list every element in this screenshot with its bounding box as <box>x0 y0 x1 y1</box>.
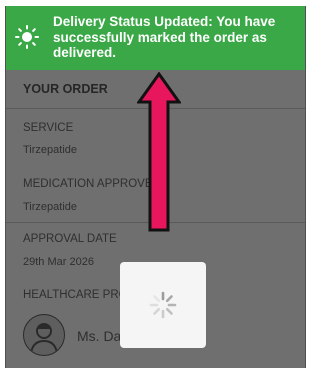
red-arrow-annotation <box>137 72 181 232</box>
healthcare-provider-label: HEALTHCARE PRO <box>23 289 128 301</box>
medication-label: MEDICATION APPROVE <box>23 178 153 190</box>
provider-avatar[interactable] <box>23 314 65 356</box>
person-icon <box>30 323 58 354</box>
sun-icon <box>15 25 39 49</box>
service-label: SERVICE <box>23 122 74 134</box>
delivery-status-toast[interactable]: Delivery Status Updated: You have succes… <box>6 6 305 70</box>
provider-name[interactable]: Ms. Da <box>77 328 121 344</box>
app-screen: Delivery Status Updated: You have succes… <box>5 6 306 368</box>
toast-message: Delivery Status Updated: You have succes… <box>53 14 276 60</box>
approval-date-value: 29th Mar 2026 <box>23 256 94 268</box>
loading-dialog <box>120 262 206 348</box>
loading-spinner-icon <box>149 291 177 319</box>
approval-date-label: APPROVAL DATE <box>23 233 117 245</box>
service-value: Tirzepatide <box>23 144 78 156</box>
medication-value: Tirzepatide <box>23 201 78 213</box>
order-heading: YOUR ORDER <box>23 82 108 96</box>
